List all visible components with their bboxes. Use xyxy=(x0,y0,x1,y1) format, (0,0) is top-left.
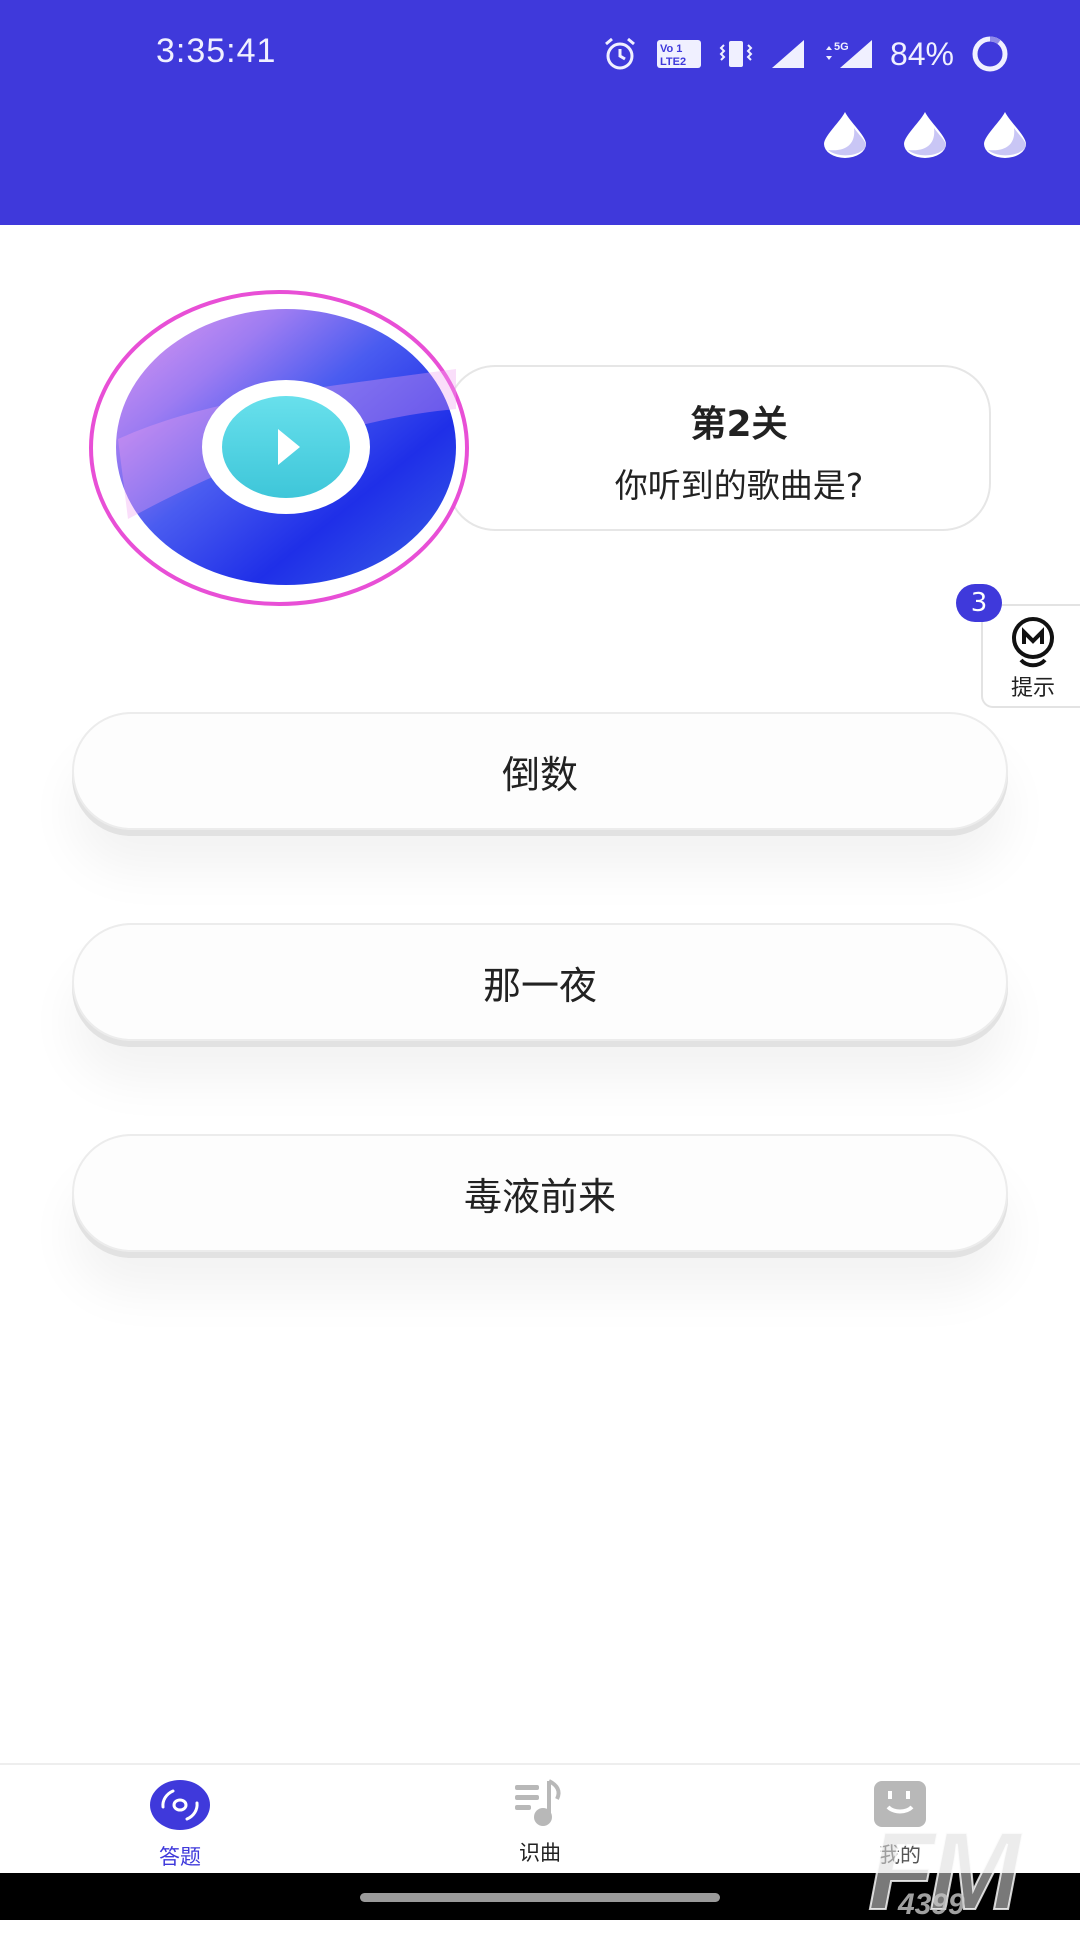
drop-icon xyxy=(904,112,946,158)
music-note-icon xyxy=(515,1779,561,1826)
status-icons: Vo 1 LTE2 5G 84% xyxy=(600,32,1010,76)
nav-label-quiz: 答题 xyxy=(159,1845,201,1869)
lightbulb-icon xyxy=(1012,617,1054,668)
svg-text:Vo 1: Vo 1 xyxy=(660,43,682,55)
hint-count-badge: 3 xyxy=(956,584,1002,622)
drop-icon xyxy=(984,112,1026,158)
nav-label-identify: 识曲 xyxy=(519,1841,561,1865)
hint-label: 提示 xyxy=(1010,676,1055,701)
status-time: 3:35:41 xyxy=(156,32,277,70)
music-disc[interactable] xyxy=(88,289,470,609)
level-title: 第2关 xyxy=(690,404,788,445)
option-button-1[interactable]: 倒数 xyxy=(72,712,1008,830)
5g-signal-icon: 5G xyxy=(825,40,872,68)
nav-item-quiz[interactable]: 答题 xyxy=(100,1779,260,1871)
option-button-3[interactable]: 毒液前来 xyxy=(72,1134,1008,1252)
question-text: 你听到的歌曲是? xyxy=(614,466,864,505)
drop-icon xyxy=(824,112,866,158)
svg-text:LTE2: LTE2 xyxy=(660,56,686,68)
alarm-icon xyxy=(604,37,635,70)
watermark-sub: 4399 xyxy=(898,1888,965,1921)
nav-item-identify[interactable]: 识曲 xyxy=(460,1779,620,1867)
battery-percent: 84% xyxy=(889,35,954,72)
home-gesture-pill[interactable] xyxy=(360,1893,720,1902)
volte-icon: Vo 1LTE2 xyxy=(656,40,701,68)
watermark: FM 4399 xyxy=(867,1808,1022,1935)
top-header: 3:35:41 Vo 1 LTE2 5G 84% xyxy=(0,0,1080,225)
question-card: 第2关 你听到的歌曲是? xyxy=(447,365,991,531)
signal-icon xyxy=(771,40,804,68)
svg-text:5G: 5G xyxy=(834,41,849,53)
disc-icon xyxy=(150,1780,210,1830)
vibrate-icon xyxy=(719,41,753,67)
option-button-2[interactable]: 那一夜 xyxy=(72,923,1008,1041)
lives-indicator xyxy=(822,110,1028,158)
battery-ring-icon xyxy=(972,36,1008,72)
hint-button[interactable]: 提示 xyxy=(981,604,1080,708)
